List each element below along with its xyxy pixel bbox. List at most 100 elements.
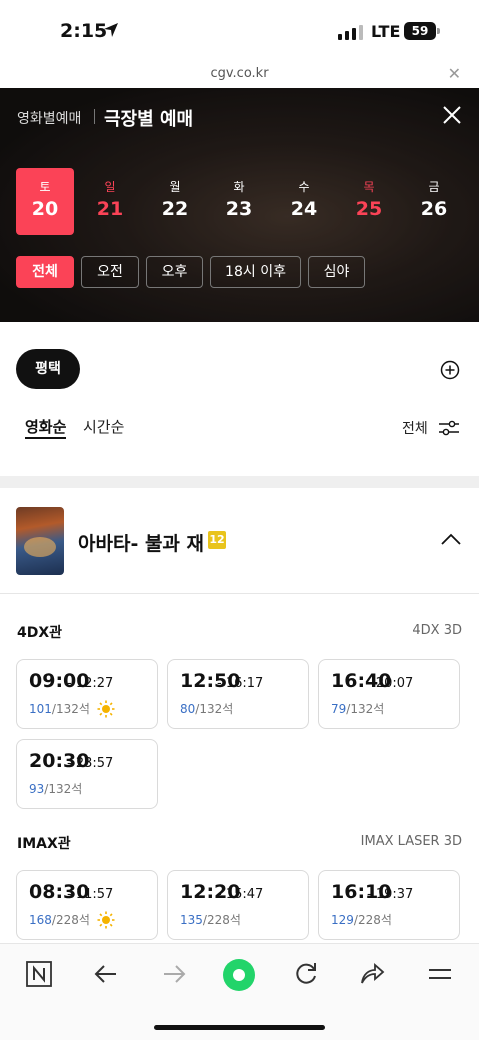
time-filter-4[interactable]: 심야 [308, 256, 365, 288]
close-tab-icon[interactable]: ✕ [448, 64, 461, 83]
seat-count: 129/228석 [331, 911, 392, 928]
location-arrow-icon [104, 23, 118, 37]
sort-tab-underline [25, 437, 66, 439]
status-time: 2:15 [60, 20, 108, 42]
seats-available: 80 [180, 702, 196, 716]
time-filter-2[interactable]: 오후 [146, 256, 203, 288]
date-weekday: 수 [298, 180, 310, 194]
home-indicator [154, 1025, 325, 1030]
url-bar[interactable]: cgv.co.kr ✕ [0, 62, 479, 88]
seats-total: /132석 [195, 702, 234, 716]
home-dot-icon[interactable] [222, 958, 256, 992]
date-3[interactable]: 화 23 [210, 168, 268, 235]
time-filter-1[interactable]: 오전 [81, 256, 139, 288]
share-icon[interactable] [358, 960, 386, 988]
seat-count: 135/228석 [180, 911, 241, 928]
movie-title[interactable]: 아바타- 불과 재 [78, 529, 204, 556]
signal-icon [338, 25, 363, 40]
close-icon[interactable] [440, 103, 464, 127]
seats-available: 93 [29, 782, 45, 796]
date-day: 22 [161, 198, 189, 220]
seat-count: 101/132석 [29, 700, 90, 717]
seat-count: 79/132석 [331, 700, 384, 717]
showtime-end: - 15:47 [217, 887, 264, 902]
refresh-icon[interactable] [292, 960, 320, 988]
menu-icon[interactable] [426, 960, 454, 988]
sort-tab-movie[interactable]: 영화순 [25, 416, 66, 437]
movie-poster[interactable] [16, 507, 64, 575]
date-weekday: 화 [233, 180, 245, 194]
seats-available: 129 [331, 913, 354, 927]
hall-format: 4DX 3D [412, 623, 462, 638]
seats-total: /132석 [44, 782, 83, 796]
network-label: LTE [371, 22, 401, 41]
sort-tab-time[interactable]: 시간순 [83, 416, 124, 437]
date-5[interactable]: 목 25 [340, 168, 398, 235]
date-day: 24 [290, 198, 318, 220]
date-weekday: 일 [104, 180, 116, 194]
showtime-end: - 20:07 [367, 676, 414, 691]
seats-total: /228석 [51, 913, 90, 927]
forward-arrow-icon[interactable] [160, 960, 188, 988]
date-6[interactable]: 금 26 [405, 168, 463, 235]
movie-divider [0, 593, 479, 594]
showtime-slot[interactable]: 16:10- 19:37 129/228석 [318, 870, 460, 940]
battery-tip [437, 28, 440, 34]
movie-booking-link[interactable]: 영화별예매 [17, 108, 81, 128]
showtime-end: - 23:57 [67, 756, 114, 771]
theater-chip[interactable]: 평택 [16, 349, 80, 389]
date-2[interactable]: 월 22 [146, 168, 204, 235]
url-text[interactable]: cgv.co.kr [0, 66, 479, 81]
date-day: 26 [420, 198, 448, 220]
showtime-slot[interactable]: 16:40- 20:07 79/132석 [318, 659, 460, 729]
page-title: 극장별 예매 [104, 109, 194, 130]
date-day: 23 [225, 198, 253, 220]
seats-available: 79 [331, 702, 347, 716]
sun-icon [97, 700, 115, 718]
naver-icon[interactable] [25, 960, 53, 988]
seats-total: /132석 [346, 702, 385, 716]
hall-name: 4DX관 [17, 625, 63, 641]
showtime-slot[interactable]: 12:20- 15:47 135/228석 [167, 870, 309, 940]
seats-available: 101 [29, 702, 52, 716]
showtime-slot[interactable]: 09:00- 12:27 101/132석 [16, 659, 158, 729]
showtime-end: - 12:27 [67, 676, 114, 691]
date-0[interactable]: 토 20 [16, 168, 74, 235]
section-divider [0, 476, 479, 488]
seats-total: /132석 [51, 702, 90, 716]
hall-name: IMAX관 [17, 836, 71, 852]
hall-format: IMAX LASER 3D [360, 834, 462, 849]
booking-header: 영화별예매 극장별 예매 토 20 일 21 월 22 화 23 수 24 목 25 금 26 전체 오전 오… [0, 88, 479, 322]
seats-available: 135 [180, 913, 203, 927]
showtime-end: - 11:57 [67, 887, 114, 902]
seat-count: 80/132석 [180, 700, 233, 717]
age-rating-badge: 12 [208, 531, 226, 549]
showtime-end: - 19:37 [367, 887, 414, 902]
date-day: 21 [96, 198, 124, 220]
date-1[interactable]: 일 21 [81, 168, 139, 235]
time-filter-3[interactable]: 18시 이후 [210, 256, 301, 288]
filter-sliders-icon[interactable] [438, 418, 460, 438]
showtime-end: - 16:17 [217, 676, 264, 691]
back-arrow-icon[interactable] [92, 960, 120, 988]
date-day: 20 [31, 198, 59, 220]
showtime-slot[interactable]: 12:50- 16:17 80/132석 [167, 659, 309, 729]
status-bar: 2:15 LTE 59 [0, 0, 479, 62]
showtime-slot[interactable]: 08:30- 11:57 168/228석 [16, 870, 158, 940]
seats-total: /228석 [202, 913, 241, 927]
filter-all-label[interactable]: 전체 [402, 418, 428, 438]
sun-icon [97, 911, 115, 929]
date-day: 25 [355, 198, 383, 220]
date-weekday: 월 [169, 180, 181, 194]
showtime-slot[interactable]: 20:30- 23:57 93/132석 [16, 739, 158, 809]
date-weekday: 토 [39, 180, 51, 194]
time-filter-0[interactable]: 전체 [16, 256, 74, 288]
chevron-up-icon[interactable] [440, 532, 462, 546]
seats-total: /228석 [353, 913, 392, 927]
seat-count: 93/132석 [29, 780, 82, 797]
seats-available: 168 [29, 913, 52, 927]
breadcrumb-divider [94, 109, 95, 124]
date-4[interactable]: 수 24 [275, 168, 333, 235]
plus-circle-icon[interactable] [440, 360, 460, 380]
date-weekday: 금 [428, 180, 440, 194]
